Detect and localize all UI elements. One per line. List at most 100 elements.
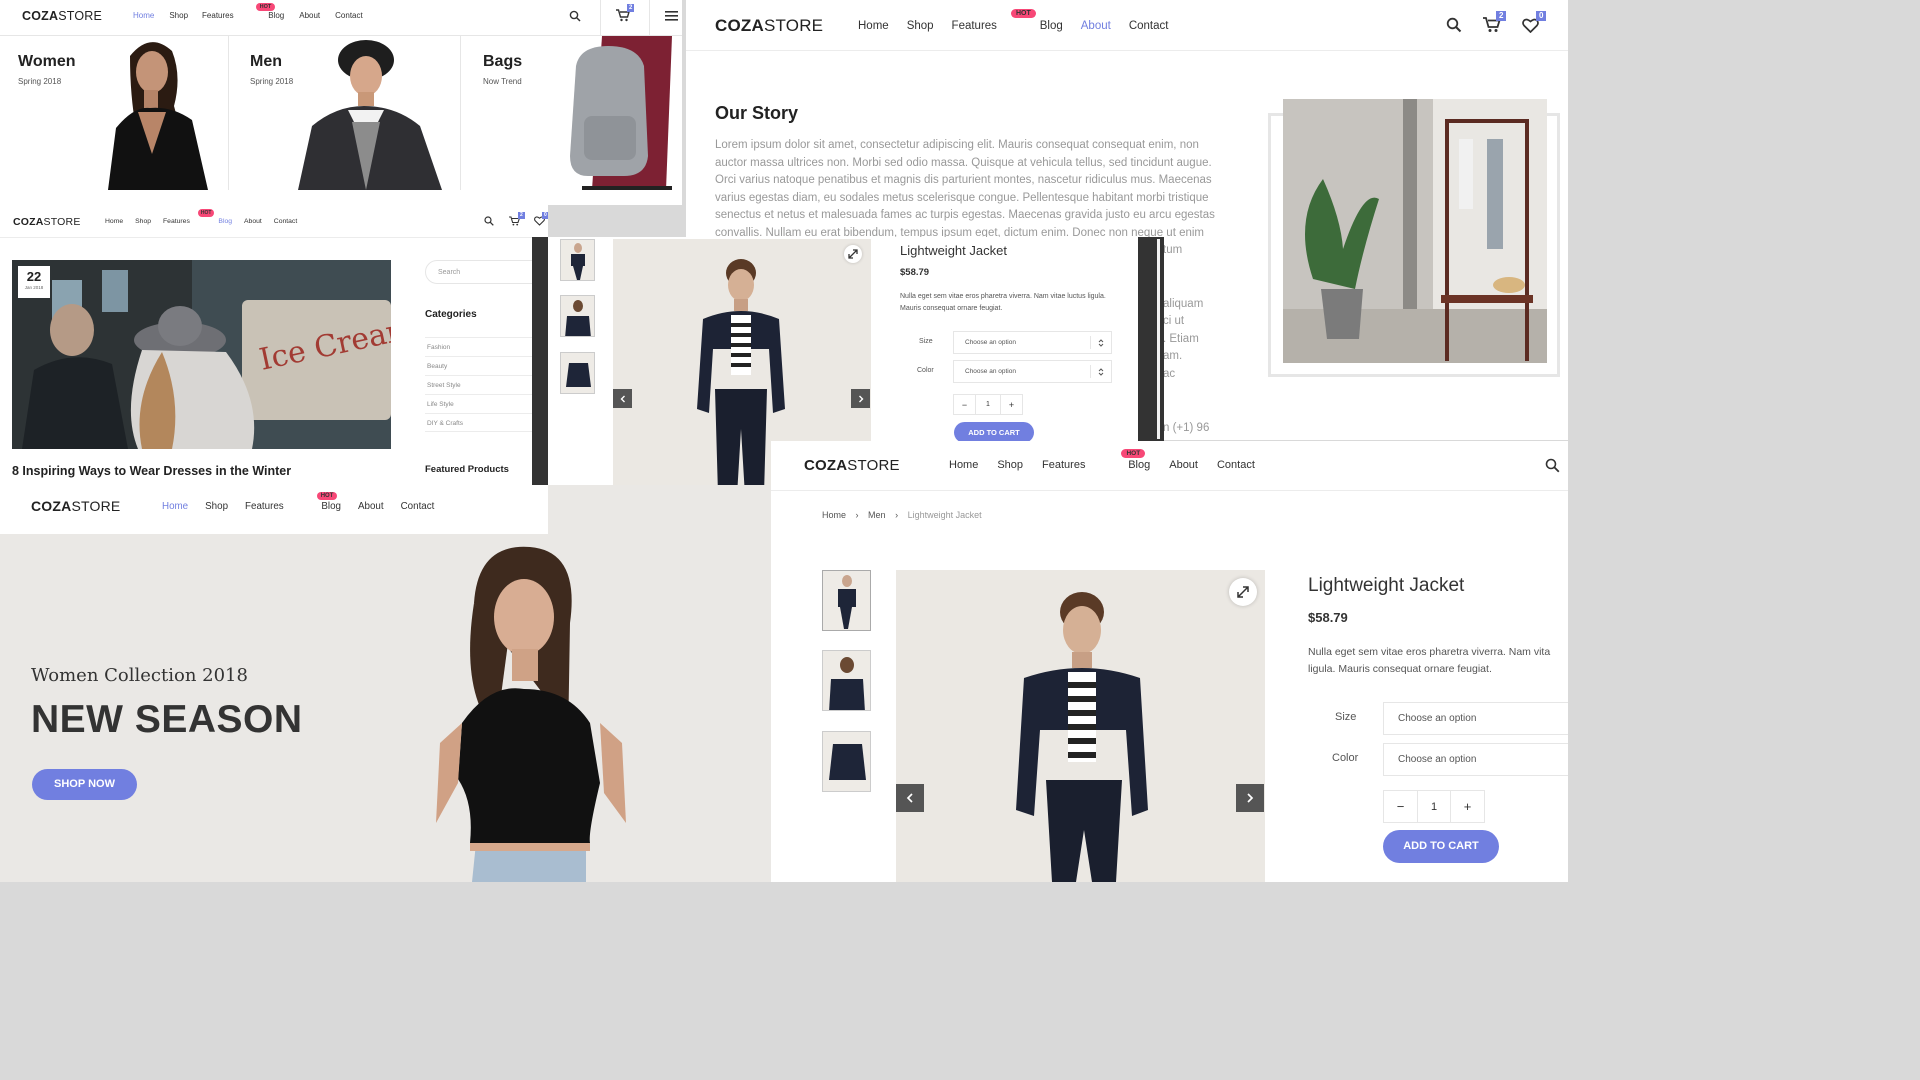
- color-label: Color: [1332, 752, 1359, 764]
- nav-contact[interactable]: Contact: [1217, 459, 1255, 471]
- category-link[interactable]: Life Style: [425, 394, 545, 413]
- nav-home[interactable]: Home: [105, 218, 123, 225]
- category-link[interactable]: Street Style: [425, 375, 545, 394]
- nav-shop[interactable]: Shop: [169, 11, 188, 20]
- logo[interactable]: COZASTORE: [13, 216, 81, 228]
- color-select[interactable]: Choose an option: [953, 360, 1112, 383]
- hero-panel: COZASTORE Home Shop Features HOT Blog Abo…: [0, 485, 771, 882]
- nav-shop[interactable]: Shop: [997, 459, 1023, 471]
- qty-input[interactable]: 1: [976, 395, 1000, 414]
- logo[interactable]: COZASTORE: [22, 9, 102, 23]
- woman-model-photo: [108, 42, 208, 190]
- nav-blog[interactable]: Blog: [218, 218, 232, 225]
- logo[interactable]: COZASTORE: [31, 498, 120, 514]
- nav-shop[interactable]: Shop: [205, 501, 228, 512]
- category-card-bags[interactable]: Bags Now Trend: [462, 36, 682, 190]
- post-title[interactable]: 8 Inspiring Ways to Wear Dresses in the …: [12, 464, 291, 478]
- category-subtitle: Spring 2018: [250, 77, 294, 86]
- color-select[interactable]: Choose an option: [1383, 743, 1568, 776]
- category-link[interactable]: DIY & Crafts: [425, 413, 545, 432]
- nav-about[interactable]: About: [1169, 459, 1198, 471]
- main-nav: Home Shop Features HOT Blog About Contact: [105, 209, 297, 225]
- nav-features[interactable]: Features HOT: [952, 9, 1036, 32]
- gallery-thumbnail[interactable]: [822, 731, 871, 792]
- category-link[interactable]: Beauty: [425, 356, 545, 375]
- nav-home[interactable]: Home: [133, 11, 154, 20]
- gallery-thumbnail[interactable]: [560, 352, 595, 394]
- size-label: Size: [919, 338, 933, 345]
- size-select[interactable]: Choose an option: [953, 331, 1112, 354]
- nav-home[interactable]: Home: [949, 459, 978, 471]
- gallery-next-button[interactable]: [851, 389, 870, 408]
- story-line: varius egestas diam, eu sodales metus sc…: [715, 191, 1209, 204]
- add-to-cart-button[interactable]: ADD TO CART: [954, 422, 1034, 443]
- gallery-thumbnail[interactable]: [822, 570, 871, 631]
- search-icon[interactable]: [569, 10, 581, 22]
- search-icon[interactable]: [1545, 458, 1560, 473]
- breadcrumb-men[interactable]: Men: [868, 510, 886, 520]
- nav-features[interactable]: Features HOT: [1042, 449, 1146, 471]
- nav-about[interactable]: About: [244, 218, 262, 225]
- hero-title: NEW SEASON: [31, 698, 303, 741]
- home-panel: COZASTORE Home Shop Features HOT Blog Abo…: [0, 0, 682, 205]
- qty-input[interactable]: 1: [1418, 791, 1450, 822]
- nav-features[interactable]: Features HOT: [202, 3, 276, 21]
- nav-blog[interactable]: Blog: [321, 501, 341, 512]
- peek-text: tum: [1163, 244, 1183, 256]
- category-card-men[interactable]: Men Spring 2018: [230, 36, 461, 190]
- nav-contact[interactable]: Contact: [401, 501, 435, 512]
- nav-home[interactable]: Home: [162, 501, 188, 512]
- search-icon[interactable]: [484, 216, 494, 226]
- nav-blog[interactable]: Blog: [1128, 459, 1150, 471]
- category-link[interactable]: Fashion: [425, 337, 545, 356]
- chevron-left-icon: [620, 395, 625, 402]
- expand-button[interactable]: [1229, 578, 1257, 606]
- expand-button[interactable]: [844, 245, 862, 263]
- peek-spacer: [1163, 384, 1209, 420]
- hot-badge: HOT: [1010, 9, 1036, 18]
- breadcrumb-home[interactable]: Home: [822, 510, 846, 520]
- add-to-cart-button[interactable]: ADD TO CART: [1383, 830, 1499, 863]
- blog-post-photo[interactable]: Ice Cream: [12, 260, 391, 449]
- qty-plus-button[interactable]: +: [1450, 791, 1484, 822]
- gallery-prev-button[interactable]: [896, 784, 924, 812]
- peek-spacer: [1163, 260, 1209, 296]
- nav-about[interactable]: About: [358, 501, 384, 512]
- nav-home[interactable]: Home: [858, 20, 889, 32]
- qty-minus-button[interactable]: −: [954, 395, 976, 414]
- logo[interactable]: COZASTORE: [804, 457, 900, 474]
- nav-shop[interactable]: Shop: [135, 218, 151, 225]
- modal-scrollbar[interactable]: [1157, 239, 1160, 439]
- size-label: Size: [1335, 711, 1357, 723]
- gallery-next-button[interactable]: [1236, 784, 1264, 812]
- nav-about[interactable]: About: [299, 11, 320, 20]
- logo[interactable]: COZASTORE: [715, 16, 823, 36]
- gallery-prev-button[interactable]: [613, 389, 632, 408]
- nav-features[interactable]: Features HOT: [163, 209, 215, 225]
- nav-features[interactable]: Features HOT: [245, 492, 338, 512]
- header-bottom-border: [0, 237, 548, 238]
- our-story-heading: Our Story: [715, 103, 799, 123]
- qty-plus-button[interactable]: +: [1000, 395, 1022, 414]
- expand-icon: [1237, 586, 1249, 598]
- nav-contact[interactable]: Contact: [335, 11, 363, 20]
- size-select[interactable]: Choose an option: [1383, 702, 1568, 735]
- shop-now-button[interactable]: SHOP NOW: [32, 769, 137, 800]
- gallery-thumbnail[interactable]: [560, 295, 595, 337]
- hamburger-menu-icon[interactable]: [665, 11, 678, 21]
- nav-blog[interactable]: Blog: [268, 11, 284, 20]
- gallery-thumbnail[interactable]: [560, 239, 595, 281]
- category-card-women[interactable]: Women Spring 2018: [0, 36, 229, 190]
- nav-shop[interactable]: Shop: [907, 20, 934, 32]
- sidebar-search-input[interactable]: Search: [425, 260, 548, 284]
- gallery-thumbnail[interactable]: [822, 650, 871, 711]
- search-icon[interactable]: [1446, 17, 1462, 33]
- nav-contact[interactable]: Contact: [274, 218, 297, 225]
- nav-about[interactable]: About: [1081, 20, 1111, 32]
- nav-blog[interactable]: Blog: [1040, 20, 1063, 32]
- size-select-value: Choose an option: [1398, 713, 1477, 724]
- select-divider: [1090, 336, 1091, 349]
- qty-minus-button[interactable]: −: [1384, 791, 1418, 822]
- product-name: Lightweight Jacket: [900, 243, 1007, 258]
- nav-contact[interactable]: Contact: [1129, 20, 1169, 32]
